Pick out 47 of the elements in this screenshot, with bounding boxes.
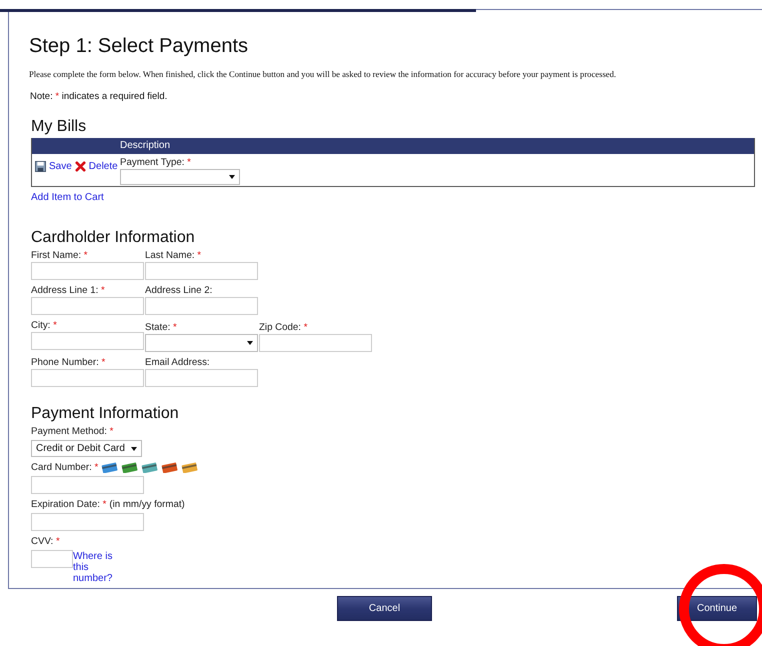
input-field[interactable] <box>145 297 258 315</box>
delete-link[interactable]: Delete <box>88 161 118 172</box>
cvv-field[interactable] <box>31 550 73 568</box>
payment-method-dropdown[interactable]: Credit or Debit Card <box>31 440 142 457</box>
section-heading: My Bills <box>31 118 88 136</box>
field-label: State: * <box>145 321 178 334</box>
credit-card-icon <box>181 462 198 473</box>
field-label: Payment Method: * <box>31 425 114 438</box>
input-field[interactable] <box>31 513 144 531</box>
field-label: Address Line 2: <box>145 284 214 297</box>
add-to-cart-link[interactable]: Add Item to Cart <box>31 192 104 203</box>
field-label: CVV: * <box>31 535 60 548</box>
credit-card-icon <box>161 462 178 473</box>
input-field[interactable] <box>145 262 258 280</box>
field-label: Zip Code: * <box>259 321 308 334</box>
input-field[interactable] <box>31 332 144 350</box>
input-field[interactable] <box>145 369 258 387</box>
credit-card-icon <box>101 462 118 473</box>
field-label: Expiration Date: * (in mm/yy format) <box>31 498 185 511</box>
payment-type-dropdown[interactable] <box>120 169 240 185</box>
field-label: Last Name: * <box>145 249 202 262</box>
input-field[interactable] <box>31 476 144 494</box>
input-field[interactable] <box>259 334 372 352</box>
section-heading: Payment Information <box>31 405 180 423</box>
field-label: First Name: * <box>31 249 89 262</box>
input-field[interactable] <box>31 262 144 280</box>
required-note: Note: * indicates a required field. <box>30 91 168 102</box>
save-link[interactable]: Save <box>49 161 72 172</box>
section-heading: Cardholder Information <box>31 229 196 247</box>
intro-text: Please complete the form below. When finished, click the Continue button and you will be asked to review the information for accuracy before your payment is processed. <box>29 69 618 79</box>
column-header: Description <box>120 139 170 153</box>
cvv-help-link[interactable]: Where is this number? <box>73 550 115 584</box>
page-title: Step 1: Select Payments <box>29 34 250 58</box>
field-label: Email Address: <box>145 356 211 369</box>
dropdown[interactable] <box>145 334 258 352</box>
field-label: Payment Type: * <box>120 156 192 169</box>
field-label: City: * <box>31 319 58 332</box>
credit-card-icon <box>121 462 138 473</box>
field-label: Phone Number: * <box>31 356 106 369</box>
input-field[interactable] <box>31 297 144 315</box>
cancel-button[interactable]: Cancel <box>337 596 432 621</box>
field-label: Address Line 1: * <box>31 284 106 297</box>
credit-card-icon <box>141 462 158 473</box>
dropdown-value: Credit or Debit Card <box>36 443 126 454</box>
input-field[interactable] <box>31 369 144 387</box>
field-label: Card Number: * <box>31 461 98 474</box>
delete-icon[interactable] <box>74 161 86 172</box>
